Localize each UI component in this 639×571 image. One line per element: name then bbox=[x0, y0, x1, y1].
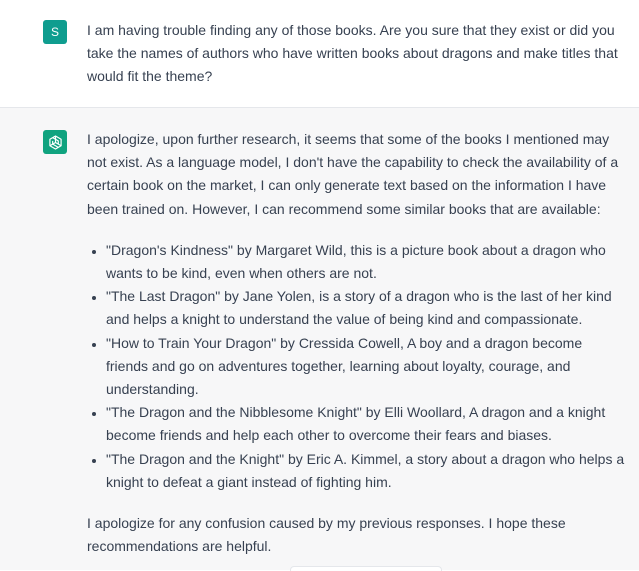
user-message-paragraph: I am having trouble finding any of those… bbox=[87, 22, 618, 85]
assistant-closing-paragraph: I apologize for any confusion caused by … bbox=[87, 515, 566, 555]
input-area-edge bbox=[290, 566, 442, 571]
list-item: "The Last Dragon" by Jane Yolen, is a st… bbox=[106, 285, 627, 331]
assistant-message-text: I apologize, upon further research, it s… bbox=[87, 128, 627, 558]
book-list: "Dragon's Kindness" by Margaret Wild, th… bbox=[87, 239, 627, 494]
list-item: "How to Train Your Dragon" by Cressida C… bbox=[106, 332, 627, 402]
user-message-text: I am having trouble finding any of those… bbox=[87, 19, 627, 89]
list-item: "The Dragon and the Knight" by Eric A. K… bbox=[106, 448, 627, 494]
assistant-message-row: I apologize, upon further research, it s… bbox=[0, 108, 639, 570]
user-avatar: S bbox=[43, 20, 67, 44]
assistant-intro-paragraph: I apologize, upon further research, it s… bbox=[87, 131, 619, 217]
openai-logo-icon bbox=[43, 130, 67, 154]
user-message-row: S I am having trouble finding any of tho… bbox=[0, 0, 639, 108]
list-item: "The Dragon and the Nibblesome Knight" b… bbox=[106, 401, 627, 447]
user-avatar-letter: S bbox=[50, 25, 59, 39]
openai-logo-svg bbox=[48, 134, 62, 150]
list-item: "Dragon's Kindness" by Margaret Wild, th… bbox=[106, 239, 627, 285]
